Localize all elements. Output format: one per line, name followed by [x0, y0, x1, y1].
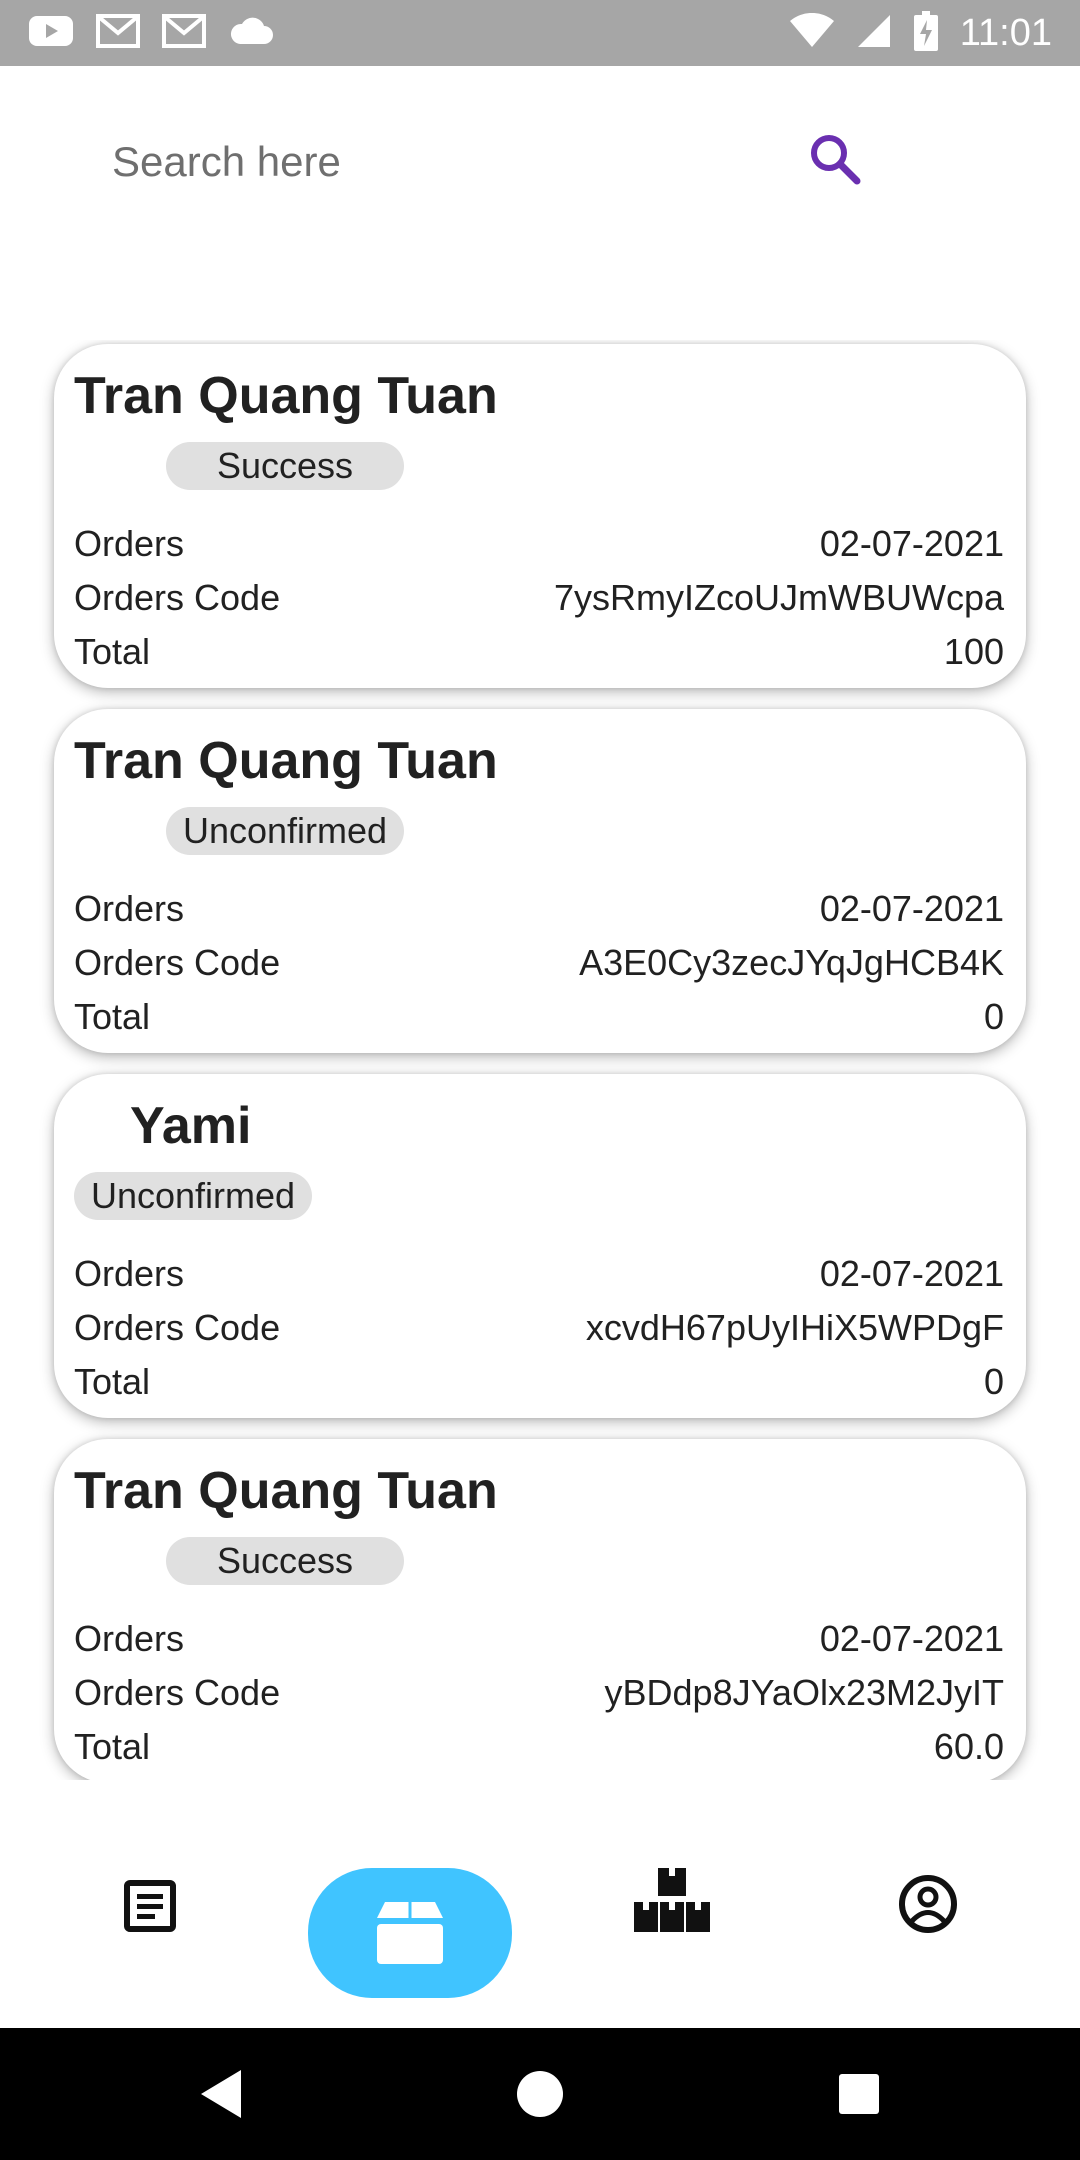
- back-button[interactable]: [186, 2064, 256, 2124]
- nav-orders-list[interactable]: [110, 1866, 190, 1946]
- order-code-row: Orders Code A3E0Cy3zecJYqJgHCB4K: [74, 939, 1004, 987]
- customer-name: Tran Quang Tuan: [74, 1462, 498, 1520]
- row-label: Total: [74, 996, 151, 1037]
- row-value: 60.0: [933, 1726, 1004, 1767]
- cell-signal-icon: [856, 13, 892, 54]
- battery-charging-icon: [913, 10, 938, 56]
- customer-name: Tran Quang Tuan: [74, 732, 498, 790]
- row-label: Orders: [74, 523, 185, 564]
- row-label: Orders Code: [74, 1307, 281, 1348]
- status-time: 11:01: [959, 11, 1052, 54]
- list-icon: [124, 1880, 176, 1932]
- row-value: A3E0Cy3zecJYqJgHCB4K: [579, 942, 1004, 983]
- nav-orders-box[interactable]: [308, 1868, 512, 1998]
- recents-icon: [839, 2074, 879, 2114]
- order-code-row: Orders Code xcvdH67pUyIHiX5WPDgF: [74, 1304, 1004, 1352]
- row-label: Orders Code: [74, 1672, 281, 1713]
- row-value: xcvdH67pUyIHiX5WPDgF: [585, 1307, 1004, 1348]
- row-value: 0: [983, 996, 1004, 1037]
- row-value: 02-07-2021: [819, 1618, 1004, 1659]
- system-status: 11:01: [789, 10, 1052, 56]
- status-badge: Unconfirmed: [74, 1172, 312, 1220]
- stock-boxes-icon: [634, 1868, 710, 1932]
- order-card[interactable]: Tran Quang Tuan Success Orders 02-07-202…: [54, 344, 1026, 688]
- status-badge: Unconfirmed: [166, 807, 404, 855]
- order-code-row: Orders Code yBDdp8JYaOlx23M2JyIT: [74, 1669, 1004, 1717]
- row-value: 100: [943, 631, 1004, 672]
- search-input[interactable]: [110, 126, 754, 198]
- cloud-icon: [228, 16, 274, 51]
- row-label: Orders: [74, 888, 185, 929]
- row-label: Orders Code: [74, 577, 281, 618]
- notification-icons: [28, 13, 274, 54]
- order-date-row: Orders 02-07-2021: [74, 1250, 1004, 1298]
- status-badge: Success: [166, 442, 404, 490]
- wifi-icon: [789, 12, 834, 54]
- order-card[interactable]: Tran Quang Tuan Success Orders 02-07-202…: [54, 1439, 1026, 1780]
- order-date-row: Orders 02-07-2021: [74, 885, 1004, 933]
- order-date-row: Orders 02-07-2021: [74, 1615, 1004, 1663]
- system-navigation-bar: [0, 2028, 1080, 2160]
- youtube-icon: [28, 14, 74, 53]
- nav-account[interactable]: [888, 1864, 968, 1944]
- row-label: Orders: [74, 1253, 185, 1294]
- gmail-icon: [96, 13, 140, 54]
- row-value: 0: [983, 1361, 1004, 1402]
- row-label: Orders: [74, 1618, 185, 1659]
- search-bar: [0, 66, 1080, 256]
- customer-name: Yami: [130, 1097, 252, 1155]
- order-list[interactable]: Tran Quang Tuan Success Orders 02-07-202…: [0, 340, 1080, 1780]
- search-button[interactable]: [800, 124, 870, 194]
- box-icon: [377, 1902, 443, 1964]
- back-icon: [201, 2070, 241, 2118]
- account-icon: [899, 1875, 957, 1933]
- order-code-row: Orders Code 7ysRmyIZcoUJmWBUWcpa: [74, 574, 1004, 622]
- row-value: 02-07-2021: [819, 1253, 1004, 1294]
- recents-button[interactable]: [826, 2064, 892, 2124]
- order-total-row: Total 100: [74, 628, 1004, 676]
- order-total-row: Total 0: [74, 1358, 1004, 1406]
- row-value: 7ysRmyIZcoUJmWBUWcpa: [553, 577, 1004, 618]
- search-icon: [811, 135, 861, 185]
- bottom-navigation: [0, 1840, 1080, 2030]
- gmail-icon: [162, 13, 206, 54]
- home-button[interactable]: [506, 2062, 574, 2126]
- order-date-row: Orders 02-07-2021: [74, 520, 1004, 568]
- row-label: Total: [74, 631, 151, 672]
- row-value: 02-07-2021: [819, 888, 1004, 929]
- row-label: Total: [74, 1361, 151, 1402]
- order-card[interactable]: Tran Quang Tuan Unconfirmed Orders 02-07…: [54, 709, 1026, 1053]
- order-total-row: Total 0: [74, 993, 1004, 1041]
- status-bar: 11:01: [0, 0, 1080, 66]
- row-value: yBDdp8JYaOlx23M2JyIT: [604, 1672, 1004, 1713]
- status-badge: Success: [166, 1537, 404, 1585]
- order-total-row: Total 60.0: [74, 1723, 1004, 1771]
- row-label: Orders Code: [74, 942, 281, 983]
- nav-inventory[interactable]: [632, 1860, 712, 1940]
- row-label: Total: [74, 1726, 151, 1767]
- home-icon: [517, 2071, 563, 2117]
- customer-name: Tran Quang Tuan: [74, 367, 498, 425]
- row-value: 02-07-2021: [819, 523, 1004, 564]
- order-card[interactable]: Yami Unconfirmed Orders 02-07-2021 Order…: [54, 1074, 1026, 1418]
